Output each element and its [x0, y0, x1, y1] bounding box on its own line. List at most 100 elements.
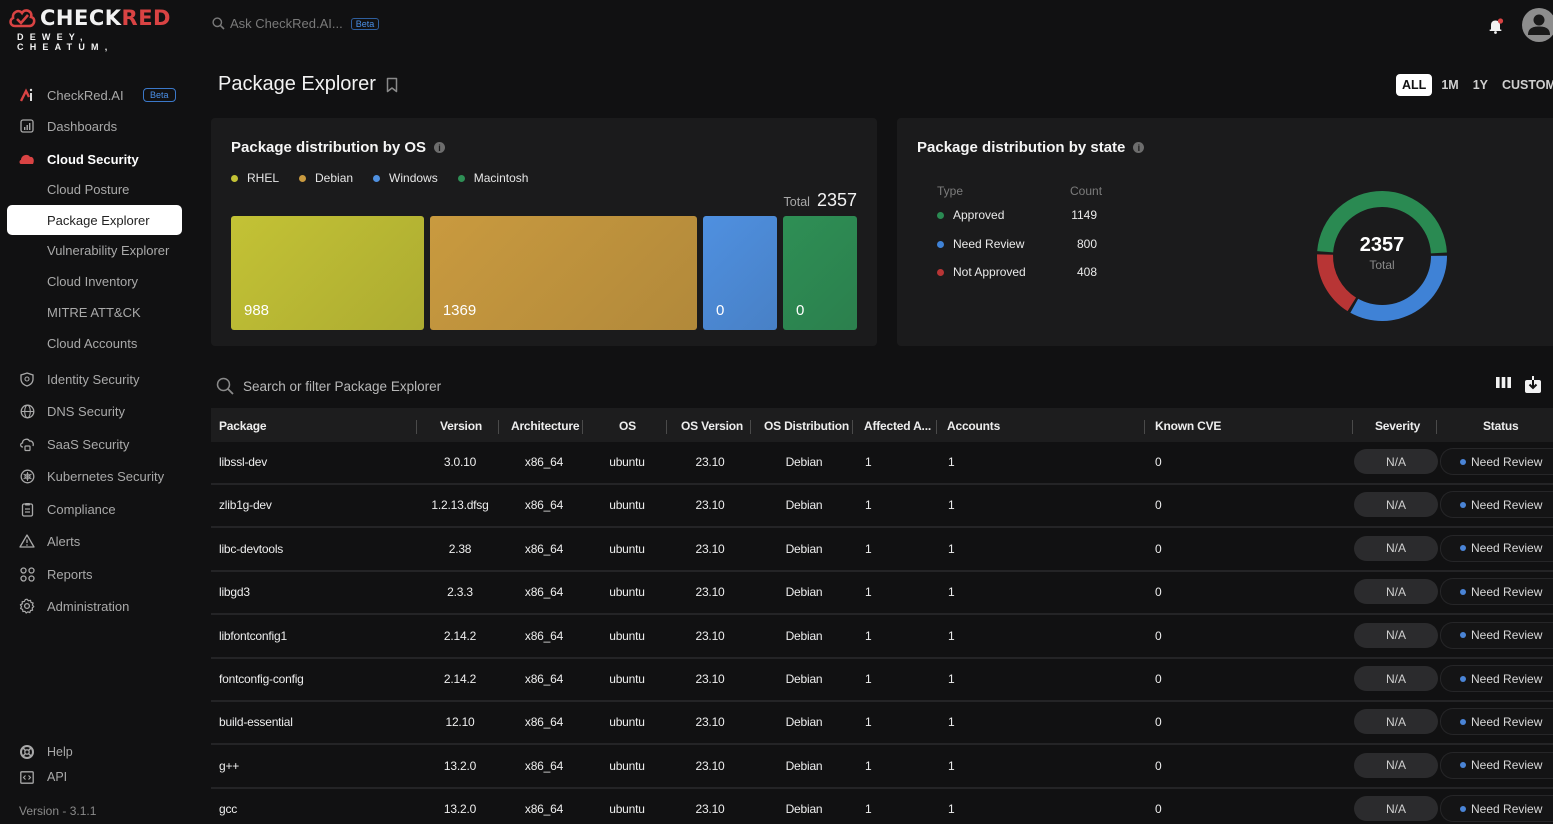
os-treemap: 988 1369 0 0 — [231, 216, 857, 330]
info-icon[interactable]: i — [1133, 142, 1145, 153]
treemap-box-debian[interactable]: 1369 — [429, 216, 697, 330]
sidebar-item-label: Cloud Inventory — [47, 273, 139, 289]
sidebar-item-dashboards[interactable]: Dashboards — [7, 111, 182, 141]
status-badge[interactable]: Need Review — [1440, 795, 1553, 823]
range-all-button[interactable]: ALL — [1396, 74, 1433, 96]
column-header[interactable]: Architecture — [511, 419, 579, 433]
column-resize-handle[interactable] — [1144, 420, 1145, 434]
sidebar-item-cloud-posture[interactable]: Cloud Posture — [7, 174, 182, 204]
cell-package[interactable]: gcc — [219, 802, 237, 816]
sidebar-item-identity-security[interactable]: Identity Security — [7, 364, 182, 394]
severity-badge: N/A — [1354, 535, 1438, 561]
sidebar-item-reports[interactable]: Reports — [7, 559, 182, 589]
treemap-box-rhel[interactable]: 988 — [231, 216, 424, 330]
column-header[interactable]: Known CVE — [1155, 419, 1221, 433]
column-header[interactable]: Accounts — [947, 419, 1000, 433]
column-resize-handle[interactable] — [750, 420, 751, 434]
sidebar-item-cloud-accounts[interactable]: Cloud Accounts — [7, 328, 182, 358]
treemap-box-windows[interactable]: 0 — [703, 216, 777, 330]
cell-known-cve: 0 — [1155, 455, 1162, 469]
bookmark-icon[interactable] — [386, 77, 398, 93]
sidebar-item-kubernetes-security[interactable]: Kubernetes Security — [7, 461, 182, 491]
status-badge[interactable]: Need Review — [1440, 448, 1553, 475]
table-row[interactable]: g++ 13.2.0 x86_64 ubuntu 23.10 Debian 1 1 0 N/A Ne… — [211, 745, 1553, 789]
ask-ai-search[interactable]: Ask CheckRed.AI... Beta — [212, 16, 380, 31]
user-avatar[interactable] — [1522, 8, 1553, 42]
table-search[interactable]: Search or filter Package Explorer — [216, 377, 441, 395]
state-dot — [937, 212, 944, 219]
legend-item[interactable]: Debian — [299, 171, 353, 185]
range-1m-button[interactable]: 1M — [1436, 74, 1463, 96]
column-header[interactable]: Package — [219, 419, 267, 433]
sidebar-item-checkred-ai[interactable]: CheckRed.AI Beta — [7, 80, 182, 110]
table-row[interactable]: fontconfig-config 2.14.2 x86_64 ubuntu 23.10… — [211, 659, 1553, 702]
cell-package[interactable]: libc-devtools — [219, 542, 283, 556]
sidebar-item-dns-security[interactable]: DNS Security — [7, 396, 182, 426]
cell-os-distribution: Debian — [785, 455, 823, 469]
sidebar-item-saas-security[interactable]: SaaS Security — [7, 429, 182, 459]
download-icon[interactable] — [1524, 376, 1542, 394]
table-row[interactable]: build-essential 12.10 x86_64 ubuntu 23.10 Deb… — [211, 702, 1553, 746]
column-resize-handle[interactable] — [582, 420, 583, 434]
app: CHECKRED DEWEY, CHEATUM, CheckRed.AI Bet… — [0, 0, 1553, 824]
sidebar-item-cloud-inventory[interactable]: Cloud Inventory — [7, 266, 182, 296]
sidebar-item-alerts[interactable]: Alerts — [7, 526, 182, 556]
column-header[interactable]: OS Distribution — [764, 419, 849, 433]
column-header[interactable]: Status — [1483, 419, 1519, 433]
table-row[interactable]: gcc 13.2.0 x86_64 ubuntu 23.10 Debian 1 1 0 N/A Ne… — [211, 789, 1553, 824]
cell-package[interactable]: build-essential — [219, 715, 293, 729]
status-badge[interactable]: Need Review — [1440, 708, 1553, 736]
info-icon[interactable]: i — [434, 142, 446, 153]
table-row[interactable]: libgd3 2.3.3 x86_64 ubuntu 23.10 Debian 1 1 0 N/A… — [211, 572, 1553, 616]
status-badge[interactable]: Need Review — [1440, 578, 1553, 606]
status-badge[interactable]: Need Review — [1440, 621, 1553, 649]
table-row[interactable]: libfontconfig1 2.14.2 x86_64 ubuntu 23.10 Deb… — [211, 615, 1553, 659]
logo-text-red: RED — [121, 6, 171, 30]
sidebar-item-cloud-security[interactable]: Cloud Security — [7, 144, 182, 174]
columns-icon[interactable] — [1495, 376, 1512, 389]
column-header[interactable]: Version — [440, 419, 482, 433]
table-row[interactable]: zlib1g-dev 1.2.13.dfsg x86_64 ubuntu 23.10 De… — [211, 485, 1553, 529]
range-custom-button[interactable]: CUSTOM — [1497, 74, 1553, 96]
status-badge[interactable]: Need Review — [1440, 491, 1553, 519]
cell-package[interactable]: g++ — [219, 759, 239, 773]
treemap-box-macintosh[interactable]: 0 — [783, 216, 857, 330]
column-header[interactable]: OS Version — [681, 419, 743, 433]
column-resize-handle[interactable] — [498, 420, 499, 434]
table-row[interactable]: libc-devtools 2.38 x86_64 ubuntu 23.10 Debian… — [211, 528, 1553, 572]
legend-item[interactable]: Windows — [373, 171, 438, 185]
sidebar-item-administration[interactable]: Administration — [7, 591, 182, 621]
column-resize-handle[interactable] — [1436, 420, 1437, 434]
sidebar-item-vulnerability-explorer[interactable]: Vulnerability Explorer — [7, 235, 182, 265]
sidebar-item-label: SaaS Security — [47, 436, 130, 452]
column-resize-handle[interactable] — [852, 420, 853, 434]
column-resize-handle[interactable] — [1352, 420, 1353, 434]
status-badge[interactable]: Need Review — [1440, 665, 1553, 692]
column-header[interactable]: OS — [619, 419, 636, 433]
column-header[interactable]: Severity — [1375, 419, 1420, 433]
cell-package[interactable]: libfontconfig1 — [219, 629, 287, 643]
column-resize-handle[interactable] — [666, 420, 667, 434]
logo[interactable]: CHECKRED DEWEY, CHEATUM, — [7, 6, 187, 52]
cell-package[interactable]: libgd3 — [219, 585, 250, 599]
cell-package[interactable]: zlib1g-dev — [219, 498, 272, 512]
legend-item[interactable]: RHEL — [231, 171, 279, 185]
cell-package[interactable]: fontconfig-config — [219, 672, 304, 686]
column-resize-handle[interactable] — [936, 420, 937, 434]
sidebar-item-label: Administration — [47, 598, 130, 614]
cell-package[interactable]: libssl-dev — [219, 455, 267, 469]
column-header[interactable]: Affected A... — [864, 419, 931, 433]
status-badge[interactable]: Need Review — [1440, 751, 1553, 779]
status-badge[interactable]: Need Review — [1440, 534, 1553, 562]
sidebar-item-package-explorer[interactable]: Package Explorer — [7, 205, 182, 235]
cell-known-cve: 0 — [1155, 585, 1162, 600]
range-1y-button[interactable]: 1Y — [1468, 74, 1493, 96]
sidebar-item-api[interactable]: API — [7, 762, 182, 792]
severity-badge: N/A — [1354, 752, 1438, 778]
column-resize-handle[interactable] — [416, 420, 417, 434]
notifications-button[interactable] — [1487, 17, 1505, 35]
table-row[interactable]: libssl-dev 3.0.10 x86_64 ubuntu 23.10 Debian 1… — [211, 442, 1553, 485]
sidebar-item-compliance[interactable]: Compliance — [7, 494, 182, 524]
legend-item[interactable]: Macintosh — [457, 171, 528, 185]
sidebar-item-mitre-attack[interactable]: MITRE ATT&CK — [7, 297, 182, 327]
